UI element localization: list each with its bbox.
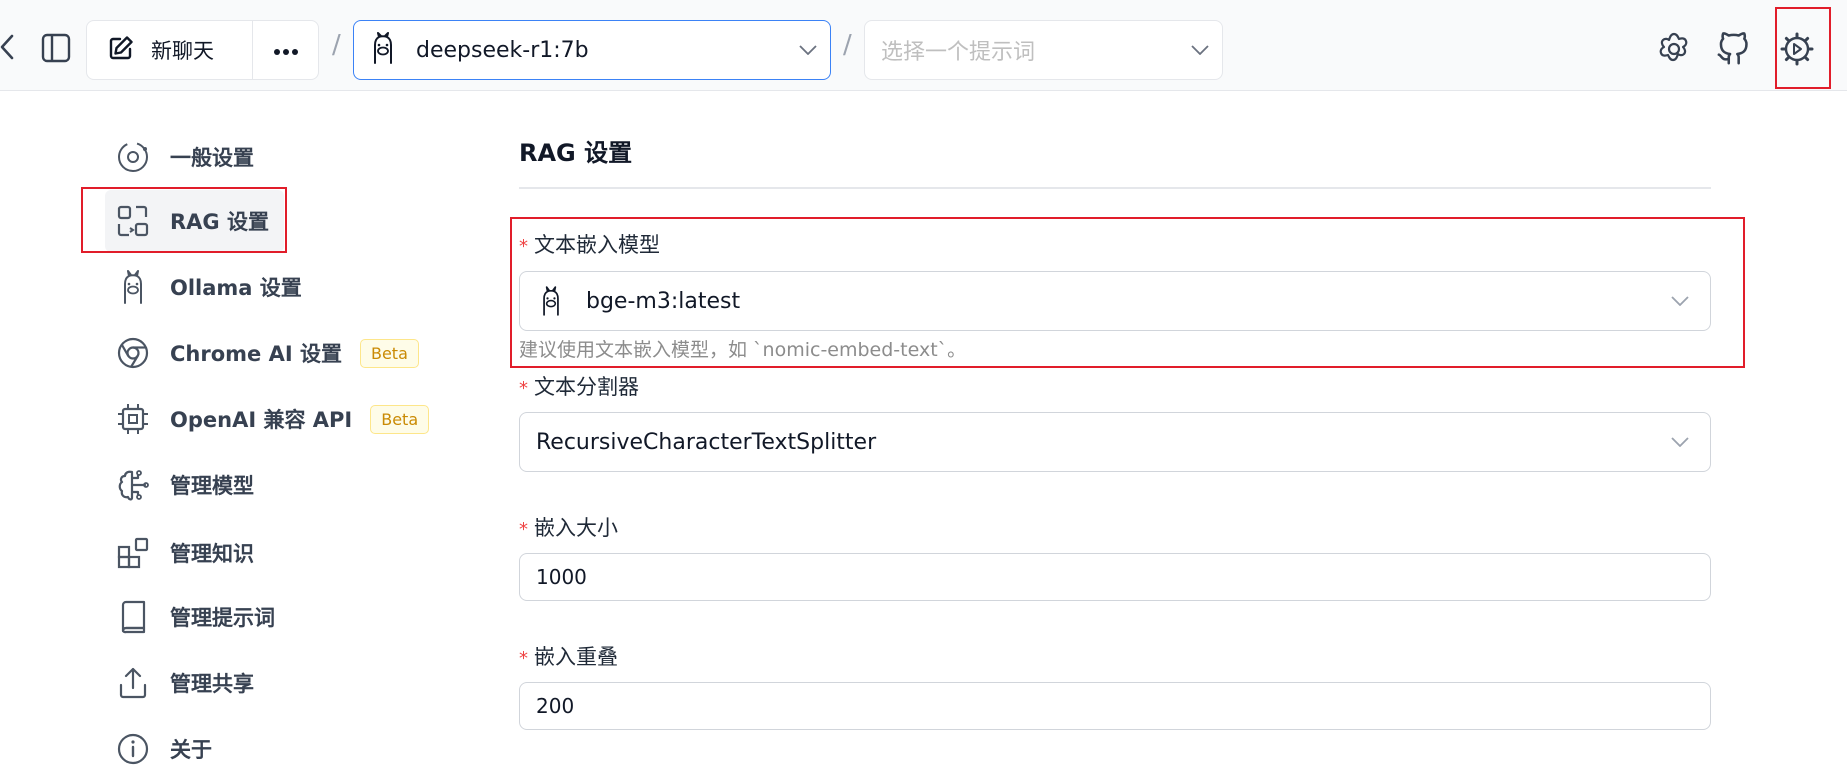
sidebar-item-general[interactable]: 一般设置 bbox=[105, 126, 254, 188]
sidebar-item-about[interactable]: 关于 bbox=[105, 718, 212, 780]
model-select[interactable]: deepseek-r1:7b bbox=[353, 20, 831, 80]
sidebar-item-openai-api[interactable]: OpenAI 兼容 API Beta bbox=[105, 388, 430, 450]
prompt-select-placeholder: 选择一个提示词 bbox=[881, 40, 1036, 65]
top-bar: 新聊天 / deepseek-r1:7b / 选择一个提示词 bbox=[0, 0, 1847, 91]
text-splitter-value: RecursiveCharacterTextSplitter bbox=[536, 429, 877, 455]
sidebar-item-label: 管理共享 bbox=[170, 672, 254, 696]
sidebar-item-label: 关于 bbox=[170, 738, 212, 762]
brain-icon bbox=[115, 467, 151, 503]
field-label-text: 嵌入大小 bbox=[534, 516, 618, 540]
sidebar-item-manage-knowledge[interactable]: 管理知识 bbox=[105, 522, 254, 584]
chunk-overlap-input[interactable]: 200 bbox=[519, 682, 1711, 730]
field-label-text: 嵌入重叠 bbox=[534, 645, 618, 669]
github-icon[interactable] bbox=[1714, 30, 1752, 68]
required-mark: * bbox=[519, 519, 528, 540]
chevron-down-icon bbox=[1650, 437, 1710, 447]
chunk-size-value: 1000 bbox=[536, 565, 587, 589]
beta-badge: Beta bbox=[359, 338, 419, 368]
text-splitter-select[interactable]: RecursiveCharacterTextSplitter bbox=[519, 412, 1711, 472]
chunk-overlap-label: * 嵌入重叠 bbox=[519, 641, 618, 671]
breadcrumb-separator: / bbox=[843, 30, 852, 60]
ollama-llama-icon bbox=[538, 285, 564, 317]
more-options-button[interactable] bbox=[253, 21, 318, 79]
chevron-left-icon[interactable] bbox=[0, 32, 14, 62]
sidebar-item-label: RAG 设置 bbox=[170, 210, 269, 234]
embedding-model-value: bge-m3:latest bbox=[586, 288, 741, 314]
info-icon bbox=[115, 731, 151, 767]
new-chat-group: 新聊天 bbox=[86, 20, 319, 80]
sidebar-item-label: 一般设置 bbox=[170, 146, 254, 170]
cpu-chip-icon bbox=[115, 401, 151, 437]
rag-icon bbox=[115, 203, 151, 239]
prompt-select[interactable]: 选择一个提示词 bbox=[864, 20, 1223, 80]
ollama-llama-icon bbox=[115, 269, 151, 305]
sidebar-item-label: 管理模型 bbox=[170, 474, 254, 498]
new-chat-button[interactable]: 新聊天 bbox=[87, 21, 253, 79]
breadcrumb-separator: / bbox=[332, 30, 341, 60]
ellipsis-icon bbox=[273, 41, 299, 60]
chrome-icon bbox=[115, 335, 151, 371]
ai-settings-icon[interactable] bbox=[1655, 30, 1693, 68]
book-icon bbox=[115, 599, 151, 635]
settings-gear-icon[interactable] bbox=[1777, 29, 1817, 69]
sidebar-item-label: OpenAI 兼容 API bbox=[170, 408, 353, 432]
chevron-down-icon bbox=[786, 45, 830, 55]
model-select-value: deepseek-r1:7b bbox=[416, 37, 589, 63]
field-label-text: 文本嵌入模型 bbox=[534, 233, 660, 257]
share-icon bbox=[115, 665, 151, 701]
edit-icon bbox=[107, 34, 135, 67]
ollama-llama-icon bbox=[368, 31, 398, 69]
blocks-icon bbox=[115, 535, 151, 571]
sidebar-item-label: Chrome AI 设置 bbox=[170, 342, 342, 366]
general-settings-icon bbox=[115, 139, 151, 175]
sidebar-item-rag[interactable]: RAG 设置 bbox=[105, 190, 284, 252]
sidebar-item-manage-models[interactable]: 管理模型 bbox=[105, 454, 254, 516]
field-label-text: 文本分割器 bbox=[534, 375, 639, 399]
new-chat-label: 新聊天 bbox=[151, 39, 214, 63]
sidebar-item-label: 管理知识 bbox=[170, 542, 254, 566]
chevron-down-icon bbox=[1650, 296, 1710, 306]
embedding-model-help: 建议使用文本嵌入模型，如 `nomic-embed-text`。 bbox=[519, 339, 967, 361]
chunk-size-label: * 嵌入大小 bbox=[519, 512, 618, 542]
page-title: RAG 设置 bbox=[519, 139, 633, 167]
beta-badge: Beta bbox=[370, 404, 430, 434]
sidebar-item-ollama[interactable]: Ollama 设置 bbox=[105, 256, 302, 318]
chunk-overlap-value: 200 bbox=[536, 694, 575, 718]
sidebar-toggle-icon[interactable] bbox=[38, 30, 74, 66]
sidebar-item-manage-sharing[interactable]: 管理共享 bbox=[105, 652, 254, 714]
embedding-model-select[interactable]: bge-m3:latest bbox=[519, 271, 1711, 331]
sidebar-item-label: 管理提示词 bbox=[170, 606, 275, 630]
embedding-model-label: * 文本嵌入模型 bbox=[519, 229, 660, 259]
chunk-size-input[interactable]: 1000 bbox=[519, 553, 1711, 601]
required-mark: * bbox=[519, 236, 528, 257]
sidebar-item-chrome-ai[interactable]: Chrome AI 设置 Beta bbox=[105, 322, 419, 384]
title-divider bbox=[519, 187, 1711, 189]
sidebar-item-label: Ollama 设置 bbox=[170, 276, 302, 300]
sidebar-item-manage-prompts[interactable]: 管理提示词 bbox=[105, 586, 275, 648]
required-mark: * bbox=[519, 378, 528, 399]
chevron-down-icon bbox=[1178, 45, 1222, 55]
required-mark: * bbox=[519, 648, 528, 669]
splitter-label: * 文本分割器 bbox=[519, 371, 639, 401]
